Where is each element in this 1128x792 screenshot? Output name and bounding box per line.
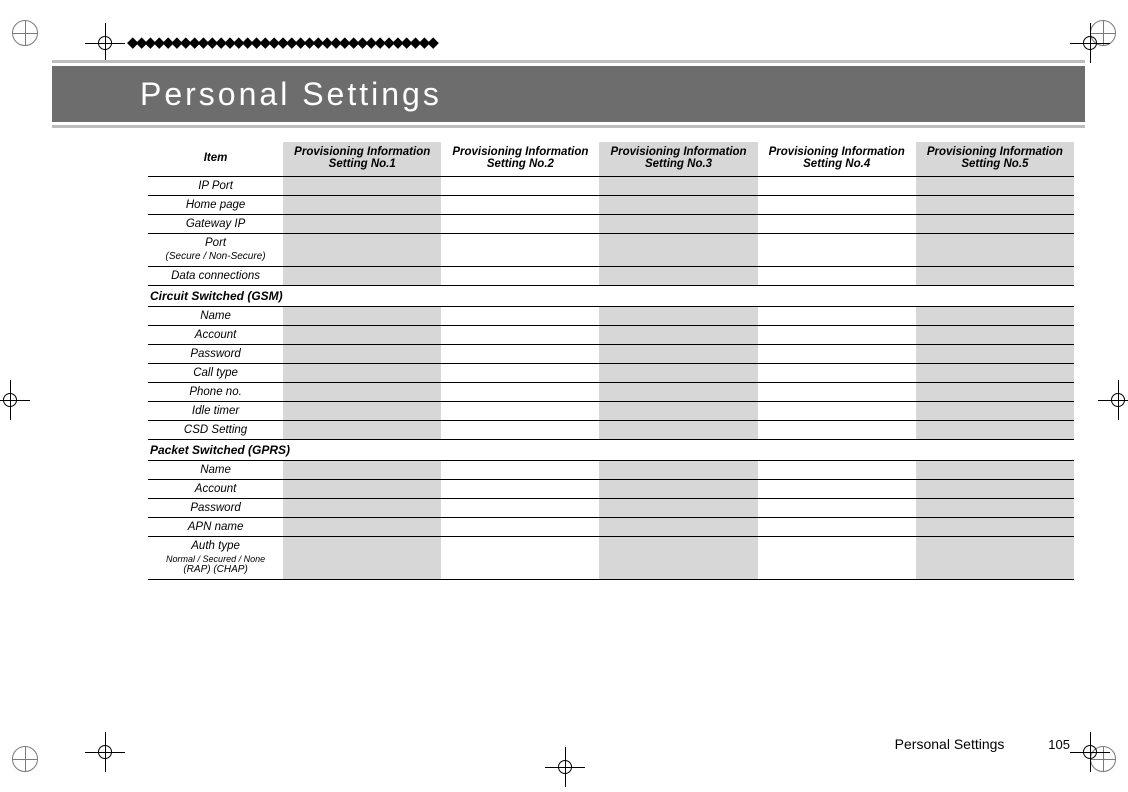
table-row: Password (148, 344, 1074, 363)
row-gsm-account: Account (148, 325, 283, 344)
table-row: Call type (148, 363, 1074, 382)
page-header: Personal Settings (40, 63, 1085, 125)
registration-mark-icon (85, 23, 125, 63)
col-header-2: Provisioning Information Setting No.2 (441, 142, 599, 177)
table-row: CSD Setting (148, 420, 1074, 439)
section-gsm-title: Circuit Switched (GSM) (148, 285, 1074, 306)
section-gsm: Circuit Switched (GSM) (148, 285, 1074, 306)
table-row: Auth type Normal / Secured / None (RAP) … (148, 536, 1074, 580)
settings-table: Item Provisioning Information Setting No… (148, 142, 1074, 580)
col-header-4: Provisioning Information Setting No.4 (758, 142, 916, 177)
registration-mark-icon (1098, 380, 1128, 420)
table-row: Account (148, 325, 1074, 344)
row-gateway-ip: Gateway IP (148, 215, 283, 234)
table-row: Name (148, 306, 1074, 325)
table-row: APN name (148, 517, 1074, 536)
section-gprs-title: Packet Switched (GPRS) (148, 439, 1074, 460)
row-gprs-password: Password (148, 498, 283, 517)
table-row: IP Port (148, 177, 1074, 196)
row-gprs-auth-label: Auth type (191, 540, 240, 552)
row-port-label: Port (205, 237, 226, 249)
col-header-item: Item (148, 142, 283, 177)
row-gprs-auth-sub2: (RAP) (CHAP) (148, 564, 283, 576)
row-gsm-csd-setting: CSD Setting (148, 420, 283, 439)
row-ip-port: IP Port (148, 177, 283, 196)
compass-bottom-left-icon (12, 746, 38, 772)
registration-mark-icon (85, 732, 125, 772)
page-title: Personal Settings (40, 66, 1085, 122)
section-gprs: Packet Switched (GPRS) (148, 439, 1074, 460)
row-gsm-idle-timer: Idle timer (148, 401, 283, 420)
row-gsm-name: Name (148, 306, 283, 325)
registration-mark-icon (1070, 732, 1110, 772)
table-row: Port (Secure / Non-Secure) (148, 234, 1074, 267)
row-gsm-phone-no: Phone no. (148, 382, 283, 401)
col-header-1: Provisioning Information Setting No.1 (283, 142, 441, 177)
page-number: 105 (1048, 737, 1070, 752)
col-header-5: Provisioning Information Setting No.5 (916, 142, 1074, 177)
registration-mark-icon (1070, 23, 1110, 63)
row-gprs-account: Account (148, 479, 283, 498)
table-row: Home page (148, 196, 1074, 215)
table-row: Data connections (148, 266, 1074, 285)
row-port: Port (Secure / Non-Secure) (148, 234, 283, 267)
row-home-page: Home page (148, 196, 283, 215)
row-port-sub: (Secure / Non-Secure) (148, 251, 283, 263)
row-gprs-auth-sub1: Normal / Secured / None (148, 554, 283, 565)
compass-bottom-right-icon (1090, 746, 1116, 772)
row-gsm-call-type: Call type (148, 363, 283, 382)
row-gprs-apn-name: APN name (148, 517, 283, 536)
compass-top-left-icon (12, 20, 38, 46)
registration-mark-icon (0, 380, 30, 420)
table-row: Account (148, 479, 1074, 498)
compass-top-right-icon (1090, 20, 1116, 46)
diamond-border-icon: ◆◆◆◆◆◆◆◆◆◆◆◆◆◆◆◆◆◆◆◆◆◆◆◆◆◆◆◆◆◆◆◆◆◆◆ (127, 35, 436, 50)
table-row: Password (148, 498, 1074, 517)
table-row: Phone no. (148, 382, 1074, 401)
row-data-connections: Data connections (148, 266, 283, 285)
page-footer: Personal Settings 105 (895, 736, 1070, 752)
table-row: Name (148, 460, 1074, 479)
registration-mark-icon (545, 747, 585, 787)
row-gprs-name: Name (148, 460, 283, 479)
col-header-3: Provisioning Information Setting No.3 (599, 142, 757, 177)
table-row: Gateway IP (148, 215, 1074, 234)
table-row: Idle timer (148, 401, 1074, 420)
row-gsm-password: Password (148, 344, 283, 363)
row-gprs-auth-type: Auth type Normal / Secured / None (RAP) … (148, 536, 283, 580)
footer-label: Personal Settings (895, 736, 1005, 752)
